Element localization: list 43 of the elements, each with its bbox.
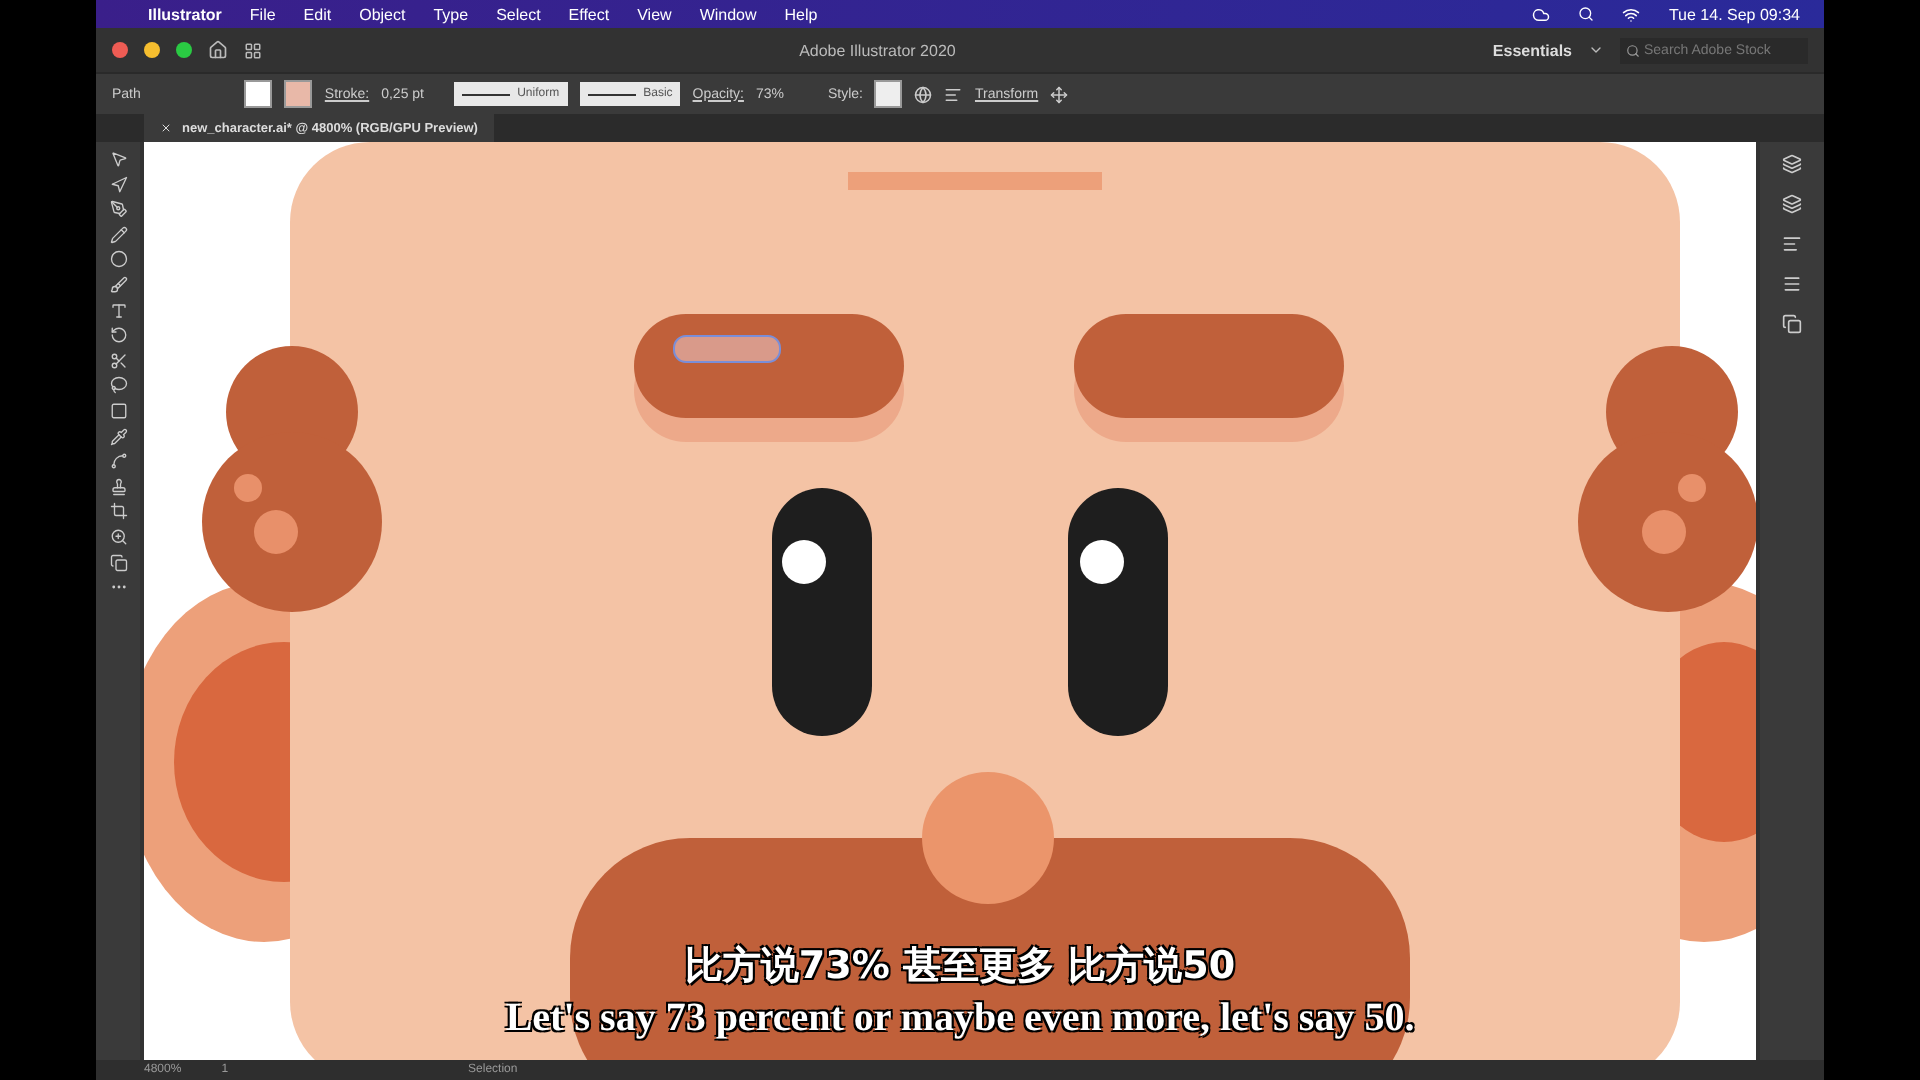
search-icon[interactable] <box>1578 6 1595 22</box>
menu-item[interactable]: Object <box>359 5 406 23</box>
home-icon[interactable] <box>208 40 228 60</box>
style-swatch[interactable] <box>874 80 903 108</box>
close-button[interactable] <box>112 42 128 58</box>
menu-item[interactable]: Type <box>433 5 469 23</box>
isolate-icon[interactable] <box>1050 85 1069 103</box>
menu-item[interactable]: Effect <box>568 5 610 23</box>
menu-item[interactable]: Select <box>496 5 541 23</box>
recolor-icon[interactable] <box>914 85 933 103</box>
maximize-button[interactable] <box>176 42 192 58</box>
type-tool-icon[interactable] <box>109 301 127 320</box>
subtitle-chinese: 比方说73% 甚至更多 比方说50 <box>684 942 1236 992</box>
ellipse-tool-icon[interactable] <box>109 250 127 269</box>
libraries-icon[interactable] <box>1782 154 1802 174</box>
rotate-tool-icon[interactable] <box>109 326 127 345</box>
menu-item[interactable]: Illustrator <box>148 5 222 23</box>
layers-icon[interactable] <box>1782 194 1802 214</box>
menu-item[interactable]: Edit <box>303 5 332 23</box>
grid-icon[interactable] <box>244 41 262 59</box>
cloud-icon <box>1532 5 1551 23</box>
eyedropper-tool-icon[interactable] <box>109 427 127 446</box>
direct-selection-icon[interactable] <box>109 175 127 194</box>
window-title: Adobe Illustrator 2020 <box>799 41 956 59</box>
menu-item[interactable]: View <box>637 5 672 23</box>
stroke-swatch[interactable] <box>284 80 313 108</box>
zoom-tool-icon[interactable] <box>109 527 127 546</box>
minimize-button[interactable] <box>144 42 160 58</box>
workspace-switcher[interactable]: Essentials <box>1492 41 1572 59</box>
fill-swatch[interactable] <box>244 80 273 108</box>
selection-tool-icon[interactable] <box>109 150 127 168</box>
close-icon[interactable] <box>160 122 172 134</box>
artboard-tool-icon[interactable] <box>109 502 127 521</box>
clock: Tue 14. Sep 09:34 <box>1668 5 1800 23</box>
menu-item[interactable]: Window <box>699 5 757 23</box>
curvature-tool-icon[interactable] <box>109 225 127 244</box>
scissors-tool-icon[interactable] <box>109 351 127 370</box>
brush-tool-icon[interactable] <box>109 275 127 294</box>
caret-icon <box>1587 42 1604 58</box>
pen-tool-icon[interactable] <box>109 200 127 219</box>
menu-item[interactable]: File <box>249 5 276 23</box>
wifi-icon <box>1622 5 1641 23</box>
menu-item[interactable]: Help <box>784 5 818 23</box>
